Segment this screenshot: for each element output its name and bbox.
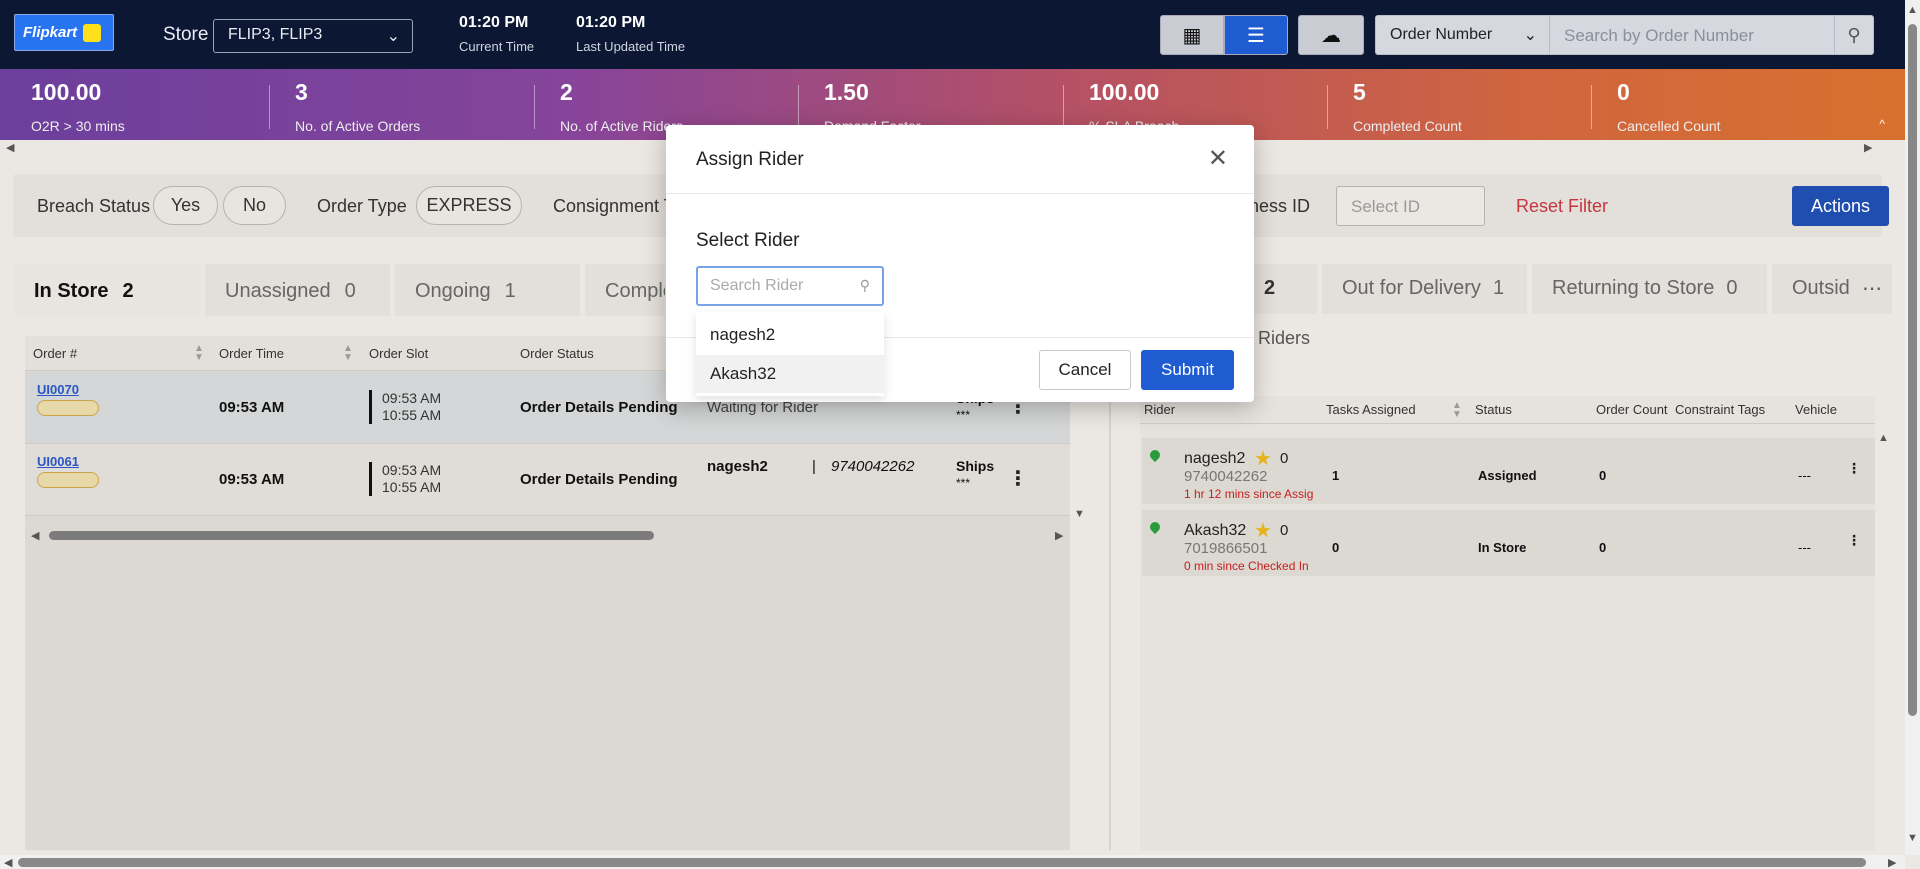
- cancel-button[interactable]: Cancel: [1039, 350, 1131, 390]
- rider-dropdown: nagesh2 Akash32: [696, 312, 884, 396]
- modal-title: Assign Rider: [696, 149, 804, 170]
- select-rider-label: Select Rider: [696, 230, 800, 251]
- page-vertical-scrollbar[interactable]: ▲ ▼: [1905, 0, 1920, 855]
- search-icon: ⚲: [859, 277, 870, 293]
- submit-button[interactable]: Submit: [1141, 350, 1234, 390]
- rider-option[interactable]: Akash32: [696, 355, 884, 393]
- scroll-left-icon[interactable]: ◀: [4, 856, 12, 869]
- close-icon[interactable]: ✕: [1208, 147, 1228, 171]
- rider-search-input[interactable]: Search Rider ⚲: [696, 266, 884, 306]
- scroll-down-icon[interactable]: ▼: [1907, 832, 1918, 844]
- modal-divider: [666, 193, 1254, 194]
- page-horizontal-scrollbar[interactable]: ◀ ▶: [0, 855, 1905, 869]
- scroll-thumb[interactable]: [1908, 24, 1917, 716]
- scroll-right-icon[interactable]: ▶: [1888, 856, 1896, 869]
- scroll-thumb[interactable]: [18, 858, 1866, 867]
- scroll-up-icon[interactable]: ▲: [1907, 4, 1918, 16]
- rider-search-placeholder: Search Rider: [710, 277, 804, 294]
- rider-option[interactable]: nagesh2: [696, 316, 884, 354]
